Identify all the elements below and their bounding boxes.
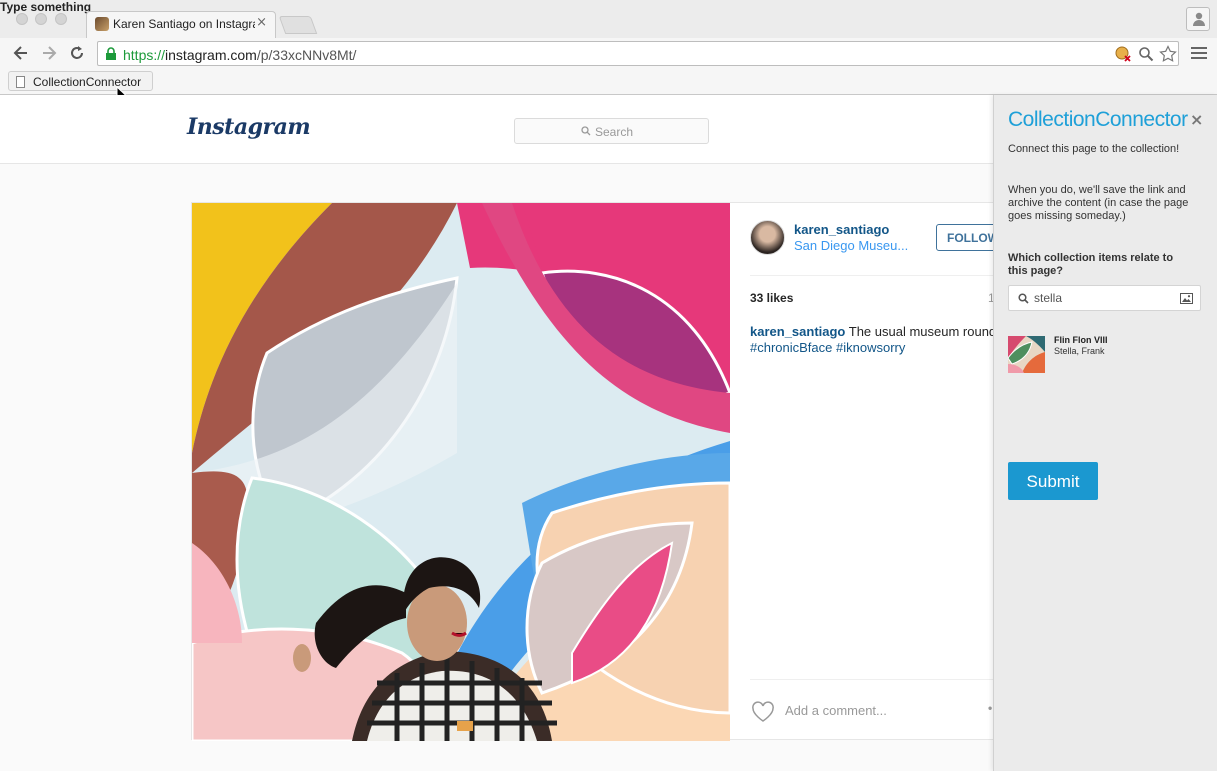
likes-count[interactable]: 33 likes	[750, 291, 793, 305]
extension-blocked-icon[interactable]	[1115, 46, 1131, 62]
search-placeholder: Search	[595, 125, 634, 139]
url-host: instagram.com	[165, 47, 257, 63]
panel-description: When you do, we'll save the link and arc…	[1008, 184, 1189, 222]
panel-title: CollectionConnector	[1008, 108, 1188, 131]
panel-intro: Connect this page to the collection!	[1008, 143, 1180, 155]
person-icon	[1193, 12, 1205, 26]
url-text: https://instagram.com/p/33xcNNv8Mt/	[123, 47, 356, 63]
post-username[interactable]: karen_santiago	[794, 222, 889, 237]
close-icon[interactable]: ×	[1190, 110, 1203, 129]
instagram-favicon-icon	[95, 17, 109, 31]
image-icon[interactable]	[1180, 293, 1193, 304]
bookmark-collectionconnector[interactable]: CollectionConnector	[8, 71, 153, 91]
menu-icon[interactable]	[1191, 44, 1207, 62]
follow-label: FOLLOW	[947, 231, 999, 245]
url-scheme: https://	[123, 47, 166, 63]
window-title: Type something	[0, 0, 92, 14]
instagram-header: Instagram Search	[0, 95, 994, 164]
lock-icon	[106, 47, 116, 60]
panel-question: Which collection items relate to this pa…	[1008, 252, 1174, 277]
avatar[interactable]	[750, 220, 785, 255]
comment-input[interactable]: Add a comment...	[785, 703, 887, 718]
caption-text: The usual museum round	[845, 324, 997, 339]
instagram-post: karen_santiago San Diego Museu... FOLLOW…	[191, 202, 1006, 741]
window-zoom-button[interactable]	[55, 13, 67, 25]
submit-label: Submit	[1026, 472, 1080, 491]
search-icon	[1018, 293, 1029, 304]
window-close-button[interactable]	[16, 13, 28, 25]
browser-tab[interactable]: Karen Santiago on Instagra ×	[86, 11, 276, 38]
heart-icon[interactable]	[751, 701, 775, 723]
bookmark-star-icon[interactable]	[1159, 45, 1177, 63]
collection-search-input[interactable]: stella	[1008, 285, 1201, 311]
post-location[interactable]: San Diego Museu...	[794, 238, 908, 253]
back-arrow-icon[interactable]	[11, 43, 31, 63]
tab-close-icon[interactable]: ×	[256, 15, 267, 30]
caption-username[interactable]: karen_santiago	[750, 324, 845, 339]
bookmarks-bar: CollectionConnector	[0, 68, 1217, 95]
url-path: /p/33xcNNv8Mt/	[256, 47, 357, 63]
search-icon	[581, 126, 591, 136]
artwork-thumbnail	[1008, 336, 1045, 373]
collectionconnector-panel: CollectionConnector × Connect this page …	[993, 95, 1217, 771]
submit-button[interactable]: Submit	[1008, 462, 1098, 500]
instagram-logo[interactable]: Instagram	[187, 114, 311, 140]
result-thumbnail[interactable]	[1008, 336, 1045, 373]
caption-hashtags[interactable]: #chronicBface #iknowsorry	[750, 340, 905, 355]
post-photo[interactable]	[192, 203, 730, 741]
result-title[interactable]: Flin Flon VIII	[1054, 335, 1108, 345]
search-input[interactable]: Search	[514, 118, 709, 144]
forward-arrow-icon[interactable]	[39, 43, 59, 63]
browser-toolbar: https://instagram.com/p/33xcNNv8Mt/	[0, 38, 1217, 68]
more-options-icon[interactable]: •	[988, 701, 992, 715]
post-caption: karen_santiago The usual museum round #c…	[750, 324, 1010, 356]
collection-search-value: stella	[1034, 291, 1063, 305]
browser-tabstrip: Type something Karen Santiago on Instagr…	[0, 0, 1217, 38]
result-artist: Stella, Frank	[1054, 346, 1105, 356]
zoom-icon[interactable]	[1138, 46, 1154, 62]
page-icon	[16, 76, 25, 88]
divider	[750, 275, 995, 276]
divider	[750, 679, 995, 680]
address-bar[interactable]: https://instagram.com/p/33xcNNv8Mt/	[97, 41, 1179, 66]
tab-title: Karen Santiago on Instagra	[113, 17, 255, 31]
profile-button[interactable]	[1186, 7, 1210, 31]
painting-photo	[192, 203, 730, 741]
window-minimize-button[interactable]	[35, 13, 47, 25]
reload-icon[interactable]	[67, 43, 87, 63]
new-tab-button[interactable]	[278, 16, 318, 34]
